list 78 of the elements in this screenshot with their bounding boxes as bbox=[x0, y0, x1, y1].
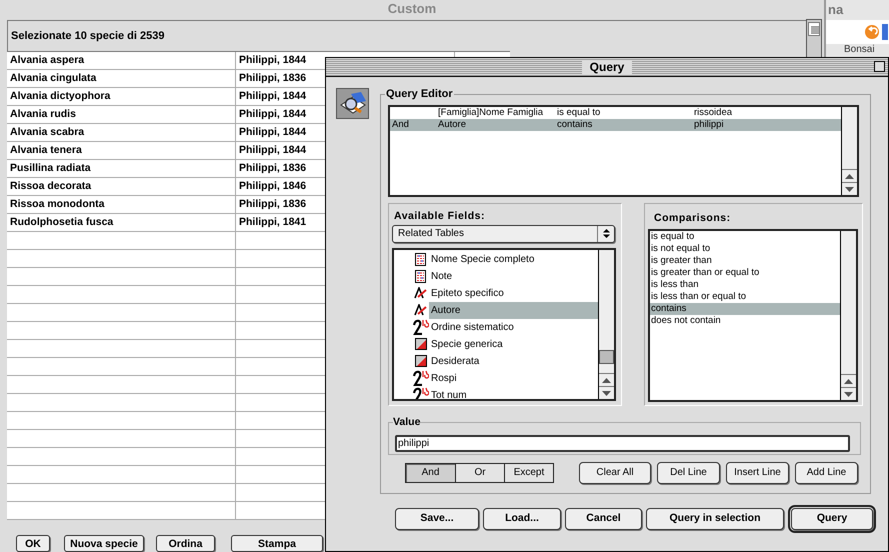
scroll-down-icon[interactable] bbox=[841, 386, 856, 400]
table-cell: Alvania tenera bbox=[7, 142, 236, 159]
list-item[interactable]: is less than bbox=[650, 278, 840, 290]
checkbox-field-icon bbox=[414, 338, 426, 350]
button[interactable]: Add Line bbox=[795, 462, 858, 484]
button[interactable]: Nuova specie bbox=[64, 535, 144, 552]
scroll-down-icon[interactable] bbox=[599, 386, 614, 398]
query-row[interactable]: And Autore contains philippi bbox=[390, 118, 841, 130]
table-cell: Alvania cingulata bbox=[7, 70, 236, 87]
segment-button[interactable]: Except bbox=[504, 464, 553, 482]
tab-label[interactable]: Bonsai bbox=[844, 44, 875, 56]
table-cell: Rissoa decorata bbox=[7, 178, 236, 195]
group-label: Comparisons: bbox=[653, 210, 732, 226]
scroll-up-icon[interactable] bbox=[842, 168, 857, 182]
button[interactable]: Del Line bbox=[657, 462, 720, 484]
list-item[interactable]: is greater than bbox=[650, 254, 840, 266]
window-title: Custom bbox=[388, 0, 436, 18]
power-number-icon bbox=[412, 370, 428, 386]
button[interactable]: Query in selection bbox=[646, 508, 784, 530]
table-cell: Alvania aspera bbox=[7, 52, 236, 69]
button[interactable]: Query bbox=[791, 508, 873, 530]
button[interactable]: Load... bbox=[483, 508, 561, 530]
list-item[interactable]: Rospi bbox=[429, 370, 598, 386]
pen-icon bbox=[414, 287, 427, 299]
segment-button[interactable]: And bbox=[406, 464, 455, 482]
up-down-arrows-icon[interactable] bbox=[602, 228, 610, 239]
button[interactable]: Clear All bbox=[579, 462, 651, 484]
scroll-up-icon[interactable] bbox=[599, 372, 614, 386]
dropdown[interactable]: Related Tables bbox=[392, 224, 615, 242]
scrollbar[interactable] bbox=[598, 250, 614, 398]
button[interactable]: Stampa bbox=[231, 535, 323, 552]
form-icon bbox=[415, 270, 426, 282]
list-item[interactable]: Nome Specie completo bbox=[429, 250, 598, 268]
table-cell: Alvania dictyophora bbox=[7, 88, 236, 105]
list-item[interactable]: is less than or equal to bbox=[650, 290, 840, 302]
scroll-down-icon[interactable] bbox=[842, 182, 857, 194]
scroll-thumb[interactable] bbox=[599, 350, 614, 364]
input-field[interactable]: philippi bbox=[395, 435, 850, 452]
scrollbar[interactable] bbox=[806, 19, 822, 59]
power-number-icon bbox=[412, 387, 428, 398]
list-item[interactable]: does not contain bbox=[650, 314, 840, 326]
list-item[interactable]: Ordine sistematico bbox=[429, 318, 598, 336]
list-item[interactable]: Desiderata bbox=[429, 352, 598, 370]
scrollbar[interactable] bbox=[841, 106, 857, 194]
checkbox-field-icon bbox=[414, 355, 426, 367]
table-cell: Pusillina radiata bbox=[7, 160, 236, 177]
table-cell: Alvania scabra bbox=[7, 124, 236, 141]
zoom-box-icon[interactable] bbox=[874, 61, 885, 72]
table-cell: Rissoa monodonta bbox=[7, 196, 236, 213]
button[interactable]: OK bbox=[16, 535, 50, 552]
scroll-up-icon[interactable] bbox=[841, 374, 856, 386]
window-title: Query bbox=[582, 60, 632, 74]
list-item[interactable]: Specie generica bbox=[429, 336, 598, 352]
list-item[interactable]: Tot num bbox=[429, 386, 598, 398]
power-number-icon bbox=[412, 319, 428, 335]
table-cell: Alvania rudis bbox=[7, 106, 236, 123]
button[interactable]: Insert Line bbox=[726, 462, 789, 484]
list-item[interactable]: is equal to bbox=[650, 230, 840, 242]
group-label: Query Editor bbox=[385, 87, 454, 102]
grip-icon[interactable] bbox=[808, 22, 820, 36]
list-item[interactable]: is not equal to bbox=[650, 242, 840, 254]
table-cell: Rudolphosetia fusca bbox=[7, 214, 236, 231]
list-item[interactable]: Autore bbox=[429, 302, 598, 318]
scrollbar[interactable] bbox=[840, 230, 856, 400]
list-item[interactable]: Epiteto specifico bbox=[429, 284, 598, 302]
segment-button[interactable]: Or bbox=[455, 464, 504, 482]
list-item[interactable]: is greater than or equal to bbox=[650, 266, 840, 278]
window-title: na bbox=[828, 1, 844, 19]
list-item[interactable]: Note bbox=[429, 268, 598, 284]
header-text: Selezionate 10 specie di 2539 bbox=[11, 28, 164, 44]
pen-icon bbox=[414, 304, 427, 316]
button[interactable]: Save... bbox=[395, 508, 479, 530]
list-item[interactable]: contains bbox=[650, 302, 840, 314]
button[interactable]: Ordina bbox=[156, 535, 215, 552]
form-icon bbox=[415, 252, 426, 266]
group-label: Value bbox=[393, 414, 420, 430]
search-document-icon bbox=[336, 88, 369, 119]
button[interactable]: Cancel bbox=[565, 508, 642, 530]
